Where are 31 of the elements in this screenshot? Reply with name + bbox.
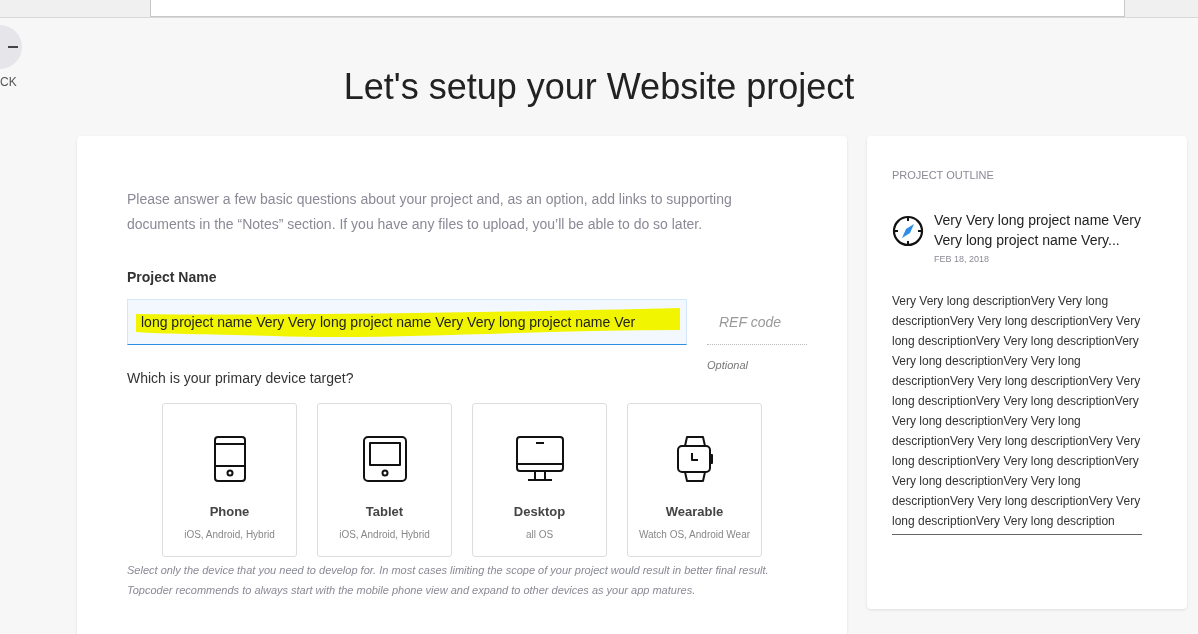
device-name: Phone — [209, 502, 250, 521]
device-note: Select only the device that you need to develop for. In most cases limiting the scope of your project would result in better final result. Topcoder recommends to always start with the mobile phone view and expand to other devices as your app matures. — [127, 562, 770, 598]
desktop-monitor-icon — [515, 435, 564, 482]
address-bar[interactable] — [150, 0, 1125, 17]
device-card[interactable]: Desktop all OS — [472, 402, 607, 557]
project-name-field[interactable]: long project name Very Very long project name Very Very long project name Ver — [127, 299, 687, 345]
device-card[interactable]: Wearable Watch OS, Android Wear — [627, 402, 762, 557]
device-platforms: Watch OS, Android Wear — [638, 528, 751, 542]
outline-heading: PROJECT OUTLINE — [892, 168, 995, 183]
ref-code-field[interactable]: REF code — [707, 299, 807, 345]
device-name: Desktop — [513, 502, 566, 521]
device-card[interactable]: Phone iOS, Android, Hybrid — [162, 402, 297, 557]
project-description: Very Very long descriptionVery Very long descriptionVery Very long descriptionVery Very long descriptionVery Very long descriptionVery Very long descriptionVery Very long descriptionVery Very long descriptionVery Very long descriptionVery Very long descriptionVery Very long descriptionVery Very long descriptionVery Very long descriptionVery Very long descriptionVery Very long descriptionVery Very long descriptionVery Very long descriptionVery Very long descriptionVery Very long descriptionVery Very long description — [892, 291, 1142, 535]
device-question: Which is your primary device target? — [127, 368, 355, 388]
intro-text: Please answer a few basic questions about your project and, as an option, add links to supporting documents in the “Notes” section. If you have any files to upload, you’ll be able to do so later. — [127, 190, 733, 234]
project-title: Very Very long project name Very Very long project name Very... — [934, 210, 1142, 250]
optional-hint: Optional — [707, 358, 749, 373]
tablet-icon — [362, 435, 407, 482]
project-date: FEB 18, 2018 — [934, 252, 991, 266]
watch-icon — [676, 435, 713, 482]
page-title: Let's setup your Website project — [343, 66, 855, 108]
compass-icon — [892, 214, 924, 247]
field-label: Project Name — [127, 268, 218, 287]
device-platforms: all OS — [525, 528, 554, 542]
phone-icon — [213, 435, 246, 482]
device-platforms: iOS, Android, Hybrid — [339, 528, 430, 542]
device-platforms: iOS, Android, Hybrid — [184, 528, 275, 542]
device-name: Wearable — [665, 502, 724, 521]
device-name: Tablet — [365, 502, 404, 521]
back-label: CK — [0, 74, 17, 91]
device-card[interactable]: Tablet iOS, Android, Hybrid — [317, 402, 452, 557]
